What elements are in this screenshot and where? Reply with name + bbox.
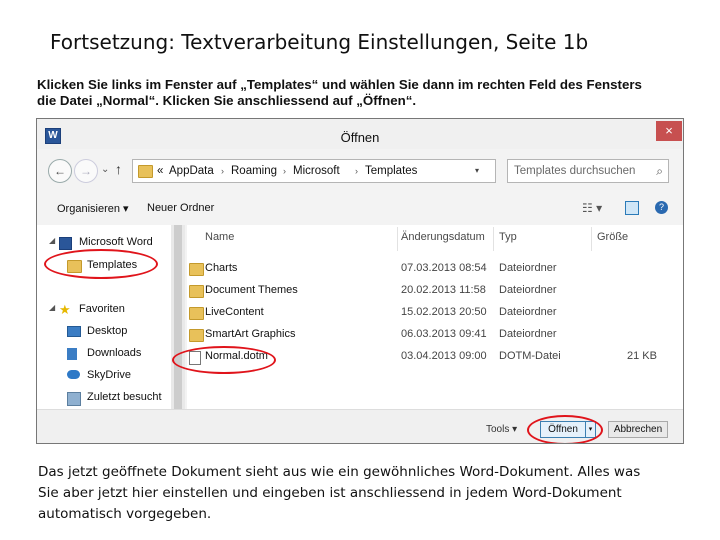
search-icon[interactable]: ⌕ — [656, 160, 663, 182]
dialog-title: Öffnen — [340, 130, 380, 145]
breadcrumb-roaming[interactable]: Roaming — [231, 160, 277, 182]
column-header-type[interactable]: Typ — [499, 231, 517, 243]
nav-scrollbar[interactable] — [171, 225, 185, 409]
open-button[interactable]: Öffnen — [540, 421, 586, 438]
breadcrumb-overflow[interactable]: « — [157, 160, 163, 182]
expand-icon[interactable]: ◢ — [49, 236, 55, 245]
folder-icon — [189, 329, 204, 342]
slide-title: Fortsetzung: Textverarbeitung Einstellun… — [50, 30, 589, 54]
preview-pane-icon[interactable] — [625, 201, 639, 215]
file-type: DOTM-Datei — [499, 350, 561, 362]
address-dropdown-icon[interactable]: ▾ — [475, 160, 479, 182]
star-icon: ★ — [59, 302, 71, 317]
file-row[interactable]: Charts 07.03.2013 08:54 Dateiordner — [187, 262, 683, 284]
cloud-icon — [67, 370, 80, 382]
downloads-icon — [67, 348, 77, 363]
dialog-titlebar: W Öffnen × — [37, 119, 683, 149]
back-button[interactable]: ← — [48, 159, 72, 183]
file-list: Name Änderungsdatum Typ Größe Charts 07.… — [187, 225, 683, 409]
cancel-button[interactable]: Abbrechen — [608, 421, 668, 438]
word-icon — [59, 237, 72, 253]
folder-icon — [67, 260, 82, 273]
file-date: 03.04.2013 09:00 — [401, 350, 487, 362]
file-date: 06.03.2013 09:41 — [401, 328, 487, 340]
file-type: Dateiordner — [499, 306, 557, 318]
instruction-line: die Datei „Normal“. Klicken Sie anschlie… — [37, 93, 417, 108]
recent-locations-chevron-icon[interactable]: ⌄ — [101, 164, 109, 175]
column-divider[interactable] — [397, 227, 398, 251]
folder-icon — [189, 307, 204, 320]
new-folder-button[interactable]: Neuer Ordner — [147, 202, 214, 214]
column-header-size[interactable]: Größe — [597, 231, 628, 243]
view-options-icon[interactable]: ☷ ▾ — [582, 201, 602, 215]
explanation-text: Das jetzt geöffnete Dokument sieht aus w… — [38, 462, 698, 525]
instruction-line: Klicken Sie links im Fenster auf „Templa… — [37, 77, 642, 92]
file-row[interactable]: Document Themes 20.02.2013 11:58 Dateior… — [187, 284, 683, 306]
navigation-pane: ◢ Microsoft Word Templates ◢ ★ Favoriten… — [37, 225, 171, 409]
up-button[interactable]: ↑ — [115, 161, 122, 177]
file-date: 20.02.2013 11:58 — [401, 284, 486, 296]
column-header-name[interactable]: Name — [205, 231, 234, 243]
column-header-date[interactable]: Änderungsdatum — [401, 231, 485, 243]
breadcrumb-templates[interactable]: Templates — [365, 160, 417, 182]
file-row[interactable]: SmartArt Graphics 06.03.2013 09:41 Datei… — [187, 328, 683, 350]
instruction-text: Klicken Sie links im Fenster auf „Templa… — [37, 77, 697, 109]
command-toolbar: Organisieren ▾ Neuer Ordner ☷ ▾ ? — [37, 195, 683, 223]
breadcrumb-separator-icon: › — [355, 166, 358, 176]
file-type: Dateiordner — [499, 328, 557, 340]
file-row[interactable]: LiveContent 15.02.2013 20:50 Dateiordner — [187, 306, 683, 328]
explanation-line: Das jetzt geöffnete Dokument sieht aus w… — [38, 464, 641, 480]
search-placeholder: Templates durchsuchen — [514, 165, 636, 177]
file-name: Document Themes — [205, 284, 298, 296]
help-icon[interactable]: ? — [655, 201, 668, 214]
explanation-line: automatisch vorgegeben. — [38, 506, 212, 522]
file-size: 21 KB — [627, 350, 657, 362]
forward-button[interactable]: → — [74, 159, 98, 183]
explanation-line: Sie aber jetzt hier einstellen und einge… — [38, 485, 622, 501]
open-dialog-screenshot: W Öffnen × ← → ⌄ ↑ « AppData › Roaming ›… — [36, 118, 684, 444]
file-date: 15.02.2013 20:50 — [401, 306, 487, 318]
file-row-normal-dotm[interactable]: Normal.dotm 03.04.2013 09:00 DOTM-Datei … — [187, 350, 683, 372]
address-bar[interactable]: « AppData › Roaming › Microsoft › Templa… — [132, 159, 496, 183]
breadcrumb-separator-icon: › — [221, 166, 224, 176]
column-divider[interactable] — [493, 227, 494, 251]
search-input[interactable]: Templates durchsuchen ⌕ — [507, 159, 669, 183]
file-type: Dateiordner — [499, 284, 557, 296]
breadcrumb-microsoft[interactable]: Microsoft — [293, 160, 340, 182]
expand-icon[interactable]: ◢ — [49, 303, 55, 312]
document-icon — [189, 351, 201, 368]
close-button[interactable]: × — [656, 121, 682, 141]
tools-menu[interactable]: Tools ▾ — [486, 424, 517, 435]
organize-button[interactable]: Organisieren ▾ — [57, 202, 129, 215]
recent-icon — [67, 392, 81, 409]
file-date: 07.03.2013 08:54 — [401, 262, 487, 274]
file-name: Charts — [205, 262, 238, 274]
breadcrumb-separator-icon: › — [283, 166, 286, 176]
desktop-icon — [67, 326, 81, 340]
breadcrumb-appdata[interactable]: AppData — [169, 160, 214, 182]
dialog-button-bar: Tools ▾ Öffnen ▾ Abbrechen — [37, 409, 683, 443]
folder-icon — [189, 285, 204, 298]
column-divider[interactable] — [591, 227, 592, 251]
file-name: LiveContent — [205, 306, 264, 318]
folder-icon — [138, 165, 153, 178]
open-dropdown-button[interactable]: ▾ — [585, 421, 596, 438]
folder-icon — [189, 263, 204, 276]
file-name: Normal.dotm — [205, 350, 268, 362]
scrollbar-thumb[interactable] — [174, 225, 182, 409]
file-type: Dateiordner — [499, 262, 557, 274]
file-name: SmartArt Graphics — [205, 328, 296, 340]
